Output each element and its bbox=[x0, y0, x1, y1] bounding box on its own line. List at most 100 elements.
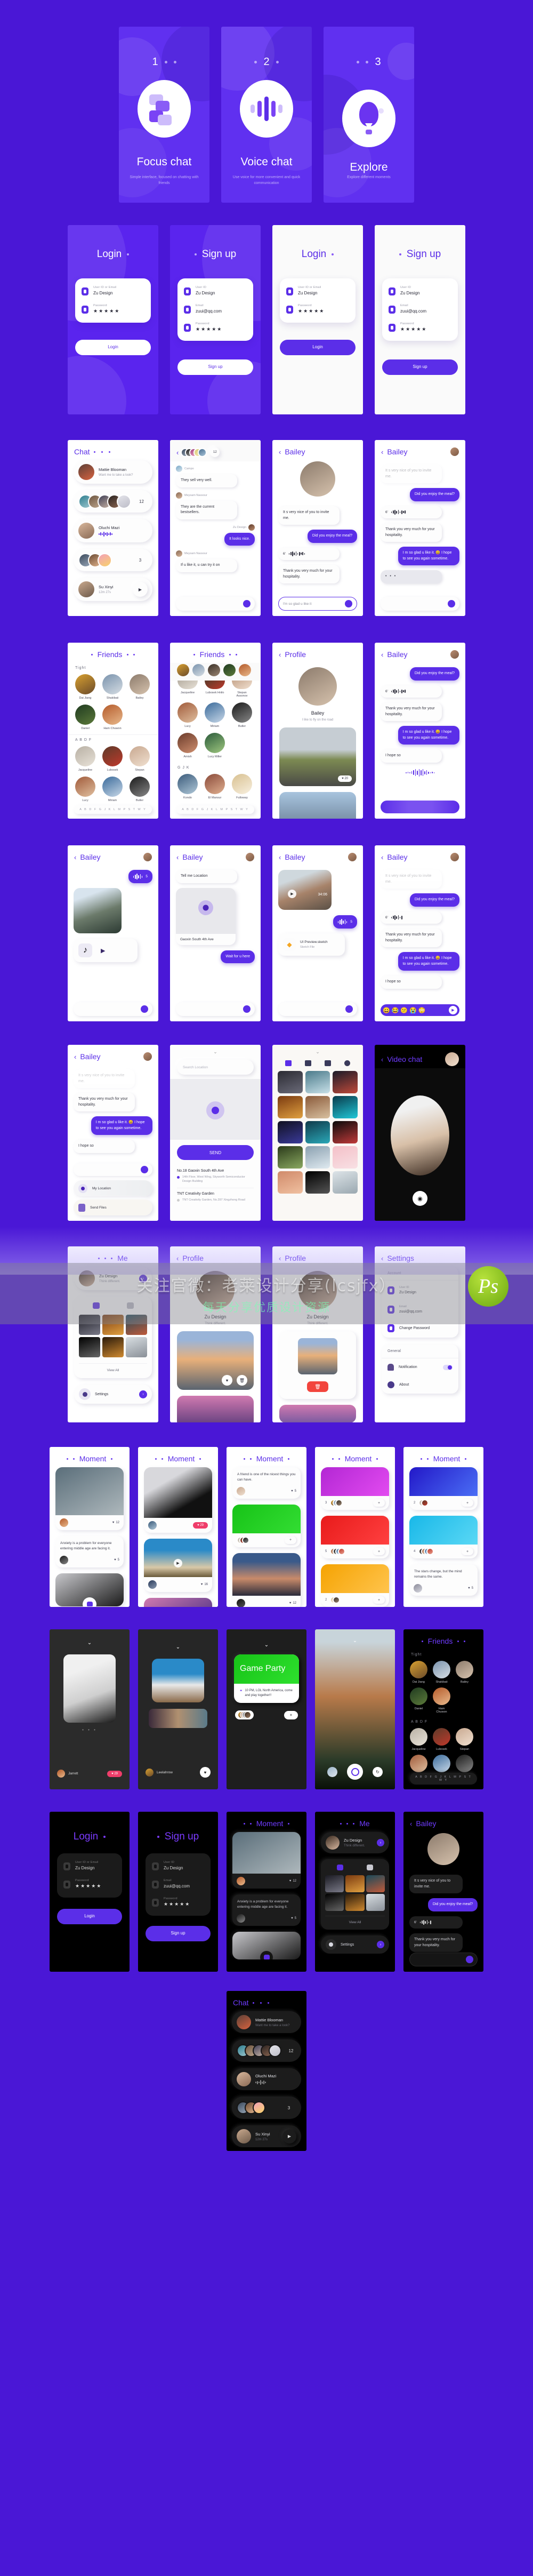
moment-card[interactable]: ♥ 12 bbox=[232, 1553, 301, 1607]
emoji-option[interactable]: 😂 bbox=[392, 1007, 399, 1014]
appbar-menu[interactable] bbox=[93, 451, 110, 453]
sheet-handle[interactable]: ⌄ bbox=[170, 1045, 261, 1059]
profile-card[interactable]: Zu Design Think different. › bbox=[321, 1832, 389, 1853]
friend-item[interactable]: Bailey bbox=[130, 674, 150, 700]
post-image[interactable]: ♥ 20 bbox=[279, 727, 356, 786]
photo-grid[interactable] bbox=[272, 1071, 363, 1194]
like-count[interactable]: ♥ 12 bbox=[112, 1521, 119, 1524]
photo-thumb[interactable] bbox=[278, 1121, 303, 1143]
friend-item[interactable]: Dai Jiang bbox=[75, 674, 95, 700]
avatar-stack[interactable] bbox=[235, 1710, 254, 1720]
message-input[interactable] bbox=[381, 597, 459, 611]
photo-thumb[interactable] bbox=[333, 1121, 358, 1143]
story-filmstrip[interactable] bbox=[149, 1709, 207, 1728]
back-icon[interactable]: ‹ bbox=[381, 854, 383, 861]
photo-thumb[interactable] bbox=[345, 1894, 365, 1911]
moment-card[interactable]: ▶ ♥ 16 bbox=[144, 1539, 212, 1592]
sheet-handle[interactable]: ⌄ bbox=[50, 1629, 130, 1646]
post-card-orange[interactable] bbox=[321, 1564, 389, 1593]
pager-dot[interactable] bbox=[133, 653, 135, 655]
tab-videos-icon[interactable] bbox=[324, 1060, 331, 1066]
alpha-index[interactable]: A B D F G J K L M P S T W Y bbox=[176, 805, 254, 814]
friend-item[interactable]: Butler bbox=[130, 777, 150, 802]
photo-thumb[interactable] bbox=[305, 1146, 330, 1169]
join-button[interactable]: + bbox=[462, 1548, 473, 1555]
play-icon[interactable]: ▶ bbox=[101, 947, 105, 954]
message-input[interactable]: I'm so glad u like it bbox=[278, 597, 357, 611]
friend-item[interactable]: Stepan bbox=[456, 1728, 473, 1751]
avatar[interactable] bbox=[300, 461, 335, 497]
pager-dot[interactable] bbox=[276, 60, 279, 63]
view-all-button[interactable]: View All bbox=[79, 1363, 147, 1372]
avatar-stack[interactable] bbox=[181, 447, 207, 457]
quick-action-location[interactable]: My Location bbox=[74, 1180, 152, 1196]
moment-card[interactable]: ♥ 29 bbox=[144, 1467, 212, 1533]
moment-card[interactable] bbox=[55, 1573, 124, 1606]
password-field[interactable]: Password ★★★★★ bbox=[184, 322, 247, 332]
password-field[interactable]: Password ★★★★★ bbox=[82, 304, 144, 314]
post-card-magenta[interactable] bbox=[321, 1467, 389, 1496]
quick-action-files[interactable]: Send Files bbox=[74, 1199, 152, 1215]
friend-item[interactable]: Ham Chuwon bbox=[102, 705, 123, 730]
like-badge-active[interactable]: ♥ 29 bbox=[193, 1522, 208, 1529]
location-message[interactable]: Gaoxin South 4th Ave bbox=[176, 887, 236, 945]
emoji-option[interactable]: 😳 bbox=[418, 1007, 426, 1014]
userid-field[interactable]: User ID or Email Zu Design bbox=[286, 286, 349, 295]
join-button[interactable]: + bbox=[284, 1710, 298, 1719]
moment-card[interactable]: 3 + bbox=[321, 1467, 389, 1510]
pager-dot[interactable] bbox=[249, 1822, 252, 1825]
onboarding-pager[interactable]: 3 bbox=[324, 57, 414, 67]
like-count[interactable]: ♥ 5 bbox=[468, 1587, 473, 1590]
password-field[interactable]: Password ★★★★★ bbox=[152, 1897, 204, 1907]
email-field[interactable]: Email zuui@qq.com bbox=[389, 304, 451, 314]
avatar[interactable] bbox=[239, 664, 251, 676]
send-icon[interactable] bbox=[466, 1956, 473, 1963]
alpha-index[interactable]: A B D F G J K L M P S T W Y bbox=[410, 1773, 477, 1785]
media-tabs[interactable] bbox=[325, 1865, 385, 1870]
pager-dot[interactable] bbox=[346, 1822, 349, 1825]
send-icon[interactable]: ▶ bbox=[449, 1006, 457, 1014]
search-input[interactable]: Search Location bbox=[177, 1060, 254, 1075]
gallery-tabs[interactable] bbox=[272, 1059, 363, 1071]
message-input[interactable] bbox=[409, 1953, 478, 1966]
pager-dot[interactable] bbox=[236, 653, 238, 655]
avatar[interactable] bbox=[450, 650, 459, 659]
list-item[interactable]: 3 bbox=[232, 2097, 301, 2119]
story-pager[interactable]: • • • bbox=[50, 1727, 130, 1732]
message-input[interactable] bbox=[176, 597, 255, 611]
avatar[interactable] bbox=[143, 853, 152, 861]
pager-dot[interactable] bbox=[376, 1458, 378, 1460]
photo-thumb[interactable] bbox=[305, 1171, 330, 1194]
camera-flip-button[interactable]: ◉ bbox=[413, 1191, 427, 1206]
list-item[interactable]: Su Xinyi 12m 27s ▶ bbox=[232, 2125, 301, 2147]
moment-card[interactable]: 2 + bbox=[409, 1467, 478, 1510]
friend-item[interactable]: Daniel bbox=[410, 1687, 427, 1714]
message-input[interactable] bbox=[74, 1002, 152, 1016]
message-input[interactable] bbox=[74, 1163, 152, 1176]
friend-item[interactable]: Butler bbox=[232, 702, 252, 728]
friend-item[interactable]: Lubosek bbox=[102, 746, 123, 772]
back-icon[interactable]: ‹ bbox=[74, 854, 76, 861]
onboarding-pager[interactable]: 2 bbox=[221, 57, 312, 67]
post-video[interactable] bbox=[144, 1539, 212, 1577]
story-photo[interactable] bbox=[63, 1654, 116, 1723]
play-icon[interactable]: ▶ bbox=[174, 1559, 182, 1567]
moment-card[interactable]: A friend is one of the nicest things you… bbox=[232, 1467, 301, 1499]
message-input[interactable] bbox=[176, 1002, 255, 1016]
moment-card[interactable]: + bbox=[232, 1504, 301, 1547]
avatar[interactable] bbox=[450, 447, 459, 456]
post-card-green[interactable] bbox=[232, 1504, 301, 1533]
back-icon[interactable]: ‹ bbox=[279, 449, 281, 455]
pager-dot[interactable] bbox=[288, 1822, 290, 1825]
photo-thumb[interactable] bbox=[278, 1171, 303, 1194]
pager-dot[interactable] bbox=[193, 653, 195, 655]
tab-live-icon[interactable] bbox=[344, 1060, 350, 1066]
moment-card[interactable]: 5 + bbox=[321, 1516, 389, 1558]
like-count[interactable]: ♥ 5 bbox=[291, 1917, 296, 1920]
pager-dot[interactable] bbox=[127, 653, 129, 655]
photo-thumb[interactable] bbox=[325, 1875, 344, 1892]
chevron-right-icon[interactable]: › bbox=[139, 1390, 147, 1398]
photo-thumb[interactable] bbox=[305, 1096, 330, 1118]
userid-field[interactable]: User ID or Email Zu Design bbox=[82, 286, 144, 295]
voice-message-bubble[interactable]: 6' bbox=[381, 911, 442, 924]
